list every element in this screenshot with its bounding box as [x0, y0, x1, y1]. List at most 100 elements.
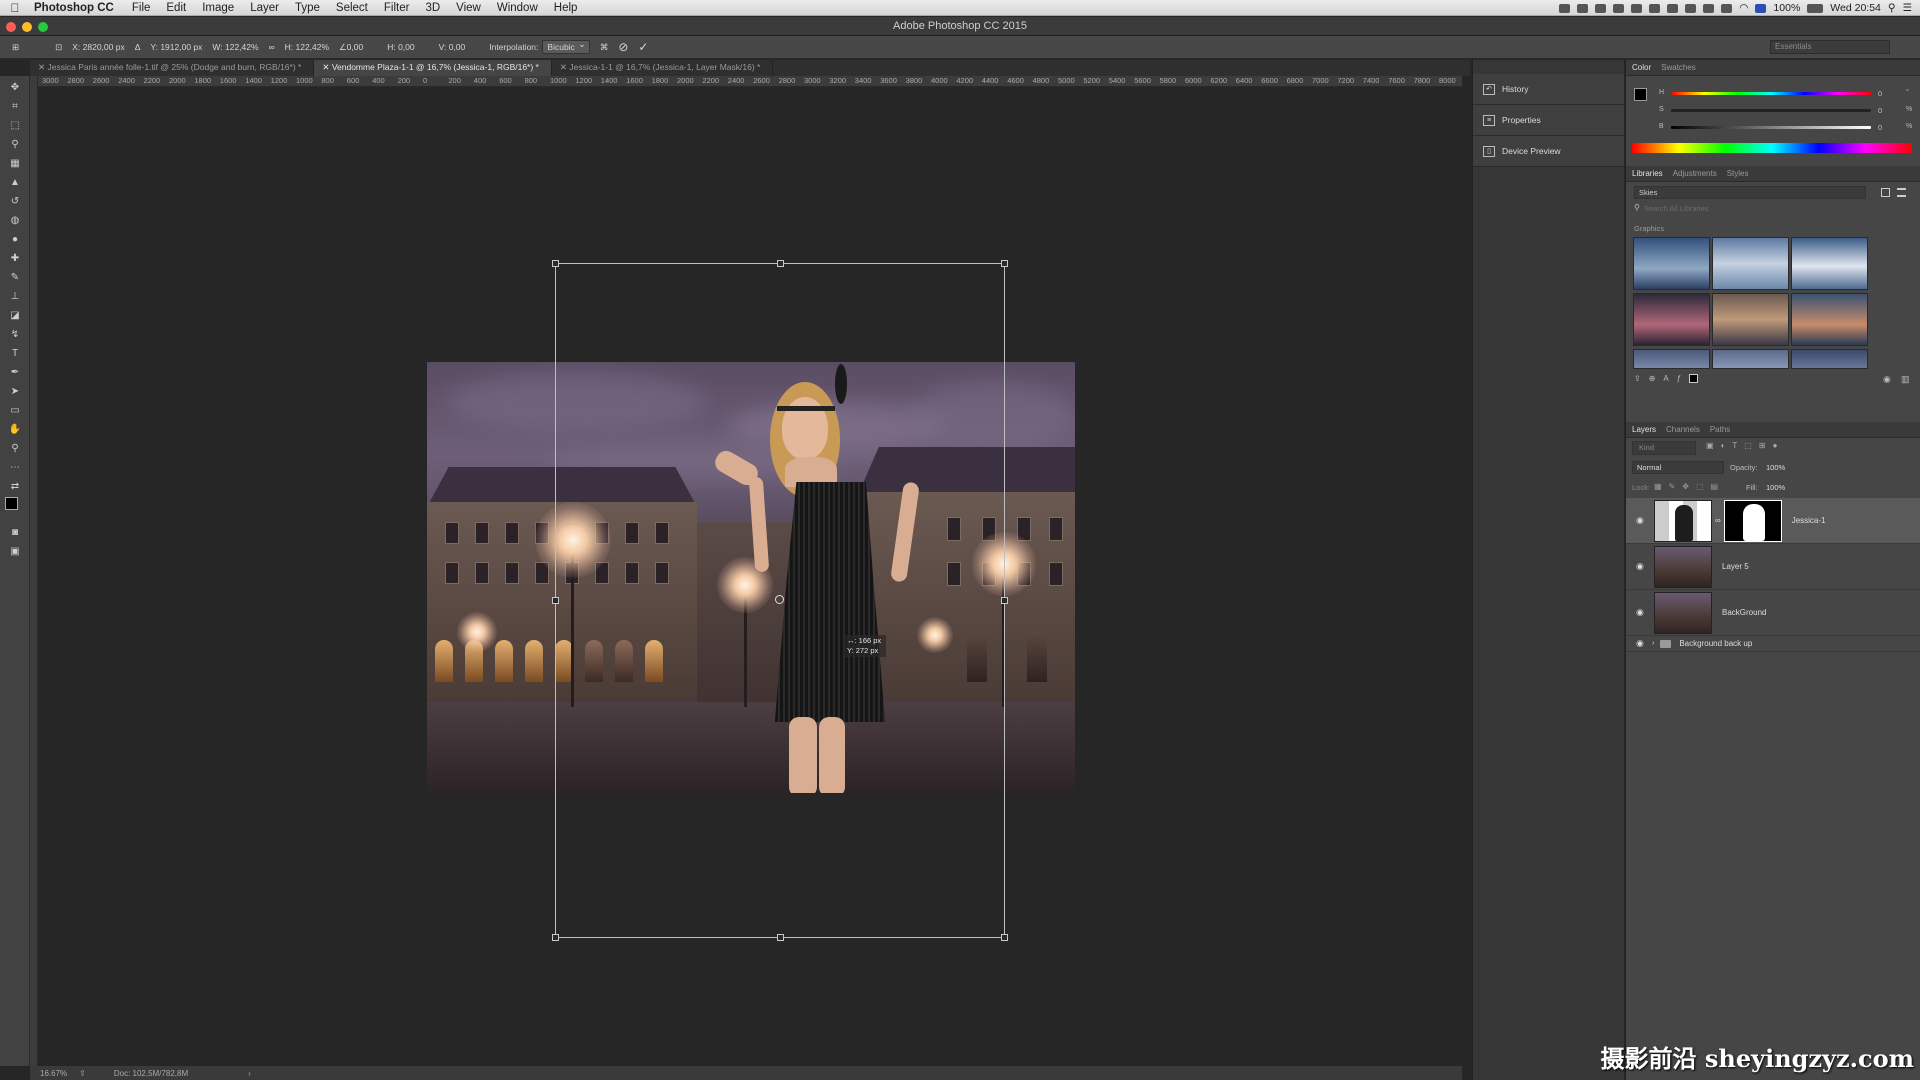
- group-expand-arrow-icon[interactable]: ›: [1652, 640, 1654, 647]
- lasso-tool-icon[interactable]: ↺: [5, 193, 25, 209]
- sharpen-tool-icon[interactable]: ▲: [5, 174, 25, 190]
- volume-icon[interactable]: [1721, 3, 1733, 13]
- brightness-slider[interactable]: [1671, 126, 1871, 129]
- library-select[interactable]: Skies: [1634, 186, 1866, 199]
- device-preview-panel-button[interactable]: ▯ Device Preview: [1473, 136, 1624, 167]
- transform-handle[interactable]: [552, 260, 559, 267]
- default-colors-icon[interactable]: ⇄: [5, 478, 25, 494]
- tab-swatches[interactable]: Swatches: [1661, 63, 1696, 72]
- zoom-view-tool-icon[interactable]: ⚲: [5, 440, 25, 456]
- sky-graphic-thumbnail[interactable]: [1633, 349, 1710, 369]
- sky-graphic-thumbnail[interactable]: [1791, 237, 1868, 290]
- tab-document-1[interactable]: ✕ Jessica Paris année folle-1.tif @ 25% …: [30, 60, 315, 76]
- library-trash-icon[interactable]: ▥: [1901, 374, 1910, 385]
- transform-bounding-box[interactable]: [552, 260, 1008, 941]
- tray-icon[interactable]: [1577, 3, 1589, 13]
- color-swatches[interactable]: [5, 497, 25, 521]
- transform-handle[interactable]: [1001, 597, 1008, 604]
- add-text-icon[interactable]: A: [1663, 374, 1668, 383]
- visibility-eye-icon[interactable]: ◉: [1636, 607, 1646, 618]
- shape-filter-icon[interactable]: ⬚: [1744, 441, 1752, 450]
- layer-name[interactable]: Background back up: [1679, 639, 1752, 648]
- grid-view-icon[interactable]: [1881, 188, 1890, 197]
- tab-document-3[interactable]: ✕ Jessica-1-1 @ 16,7% (Jessica-1, Layer …: [552, 60, 774, 76]
- tray-icon[interactable]: [1631, 3, 1643, 13]
- reference-point-icon[interactable]: ⊡: [55, 42, 62, 53]
- tab-color[interactable]: Color: [1632, 63, 1651, 72]
- marquee-tool-icon[interactable]: ⬚: [5, 117, 25, 133]
- adjustment-filter-icon[interactable]: ◐: [1721, 441, 1726, 450]
- add-color-icon[interactable]: [1689, 374, 1699, 383]
- menu-help[interactable]: Help: [546, 2, 586, 14]
- library-search-input[interactable]: Search All Libraries: [1644, 204, 1709, 213]
- hand-tool-icon[interactable]: ✋: [5, 421, 25, 437]
- crop-tool-icon[interactable]: ⌗: [5, 98, 25, 114]
- menu-type[interactable]: Type: [287, 2, 328, 14]
- flag-icon[interactable]: [1755, 3, 1767, 13]
- add-graphic-icon[interactable]: ⊕: [1649, 374, 1656, 383]
- menu-layer[interactable]: Layer: [242, 2, 287, 14]
- link-icon[interactable]: ∞: [269, 42, 275, 52]
- layer-name[interactable]: BackGround: [1722, 608, 1766, 617]
- menu-filter[interactable]: Filter: [376, 2, 418, 14]
- share-icon[interactable]: ⇪: [79, 1069, 86, 1078]
- close-window-button[interactable]: [6, 22, 16, 32]
- quick-mask-icon[interactable]: ◙: [5, 524, 25, 540]
- menu-edit[interactable]: Edit: [158, 2, 194, 14]
- menu-image[interactable]: Image: [194, 2, 242, 14]
- clock[interactable]: Wed 20:54: [1830, 2, 1881, 14]
- layer-row-layer5[interactable]: ◉ Layer 5: [1626, 544, 1920, 590]
- type-filter-icon[interactable]: T: [1732, 441, 1737, 450]
- interpolation-select[interactable]: Bicubic: [542, 39, 590, 54]
- vertical-ruler[interactable]: [30, 76, 38, 1066]
- tab-layers[interactable]: Layers: [1632, 425, 1656, 434]
- menu-window[interactable]: Window: [489, 2, 546, 14]
- sync-icon[interactable]: ◉: [1883, 374, 1891, 385]
- hue-value[interactable]: 0: [1878, 89, 1882, 98]
- apple-icon[interactable]: : [0, 1, 30, 15]
- sky-graphic-thumbnail[interactable]: [1633, 237, 1710, 290]
- layer-row-background[interactable]: ◉ BackGround: [1626, 590, 1920, 636]
- warp-mode-icon[interactable]: ⌘: [600, 42, 609, 53]
- gradient-tool-icon[interactable]: ▦: [5, 155, 25, 171]
- airplay-icon[interactable]: [1685, 3, 1697, 13]
- status-menu-arrow-icon[interactable]: ›: [248, 1069, 251, 1078]
- transform-handle[interactable]: [1001, 260, 1008, 267]
- angle-field[interactable]: 0,00: [347, 42, 364, 52]
- menu-file[interactable]: File: [124, 2, 159, 14]
- x-field[interactable]: X: 2820,00 px: [72, 42, 124, 52]
- type-tool-icon[interactable]: T: [5, 345, 25, 361]
- tab-document-2[interactable]: ✕ Vendomme Plaza-1-1 @ 16,7% (Jessica-1,…: [314, 60, 552, 76]
- tray-icon[interactable]: [1613, 3, 1625, 13]
- tray-icon[interactable]: [1649, 3, 1661, 13]
- smart-object-filter-icon[interactable]: ⊞: [1759, 441, 1766, 450]
- battery-icon[interactable]: [1807, 3, 1824, 13]
- workspace-switcher[interactable]: Essentials: [1770, 40, 1890, 54]
- history-brush-tool-icon[interactable]: ↯: [5, 326, 25, 342]
- lock-artboard-icon[interactable]: ⬚: [1696, 482, 1704, 491]
- stamp-tool-icon[interactable]: ⊥: [5, 288, 25, 304]
- menu-view[interactable]: View: [448, 2, 489, 14]
- cancel-transform-icon[interactable]: ⊘: [618, 40, 628, 54]
- filter-toggle-icon[interactable]: ●: [1773, 441, 1778, 450]
- sky-graphic-thumbnail[interactable]: [1791, 349, 1868, 369]
- sky-graphic-thumbnail[interactable]: [1712, 237, 1789, 290]
- sky-graphic-thumbnail[interactable]: [1791, 293, 1868, 346]
- path-selection-tool-icon[interactable]: ➤: [5, 383, 25, 399]
- brightness-value[interactable]: 0: [1878, 123, 1882, 132]
- commit-transform-icon[interactable]: ✓: [638, 40, 648, 54]
- list-view-icon[interactable]: [1897, 188, 1906, 197]
- transform-center-point[interactable]: [775, 595, 784, 604]
- lock-all-icon[interactable]: ▤: [1711, 482, 1719, 491]
- more-tools-icon[interactable]: ⋯: [5, 459, 25, 475]
- zoom-tool-icon[interactable]: ⚲: [5, 136, 25, 152]
- layer-group-background-backup[interactable]: ◉ › Background back up: [1626, 636, 1920, 652]
- tab-adjustments[interactable]: Adjustments: [1673, 169, 1717, 178]
- history-panel-button[interactable]: ↶ History: [1473, 74, 1624, 105]
- notification-center-icon[interactable]: ☰: [1903, 2, 1912, 14]
- foreground-color-swatch[interactable]: [5, 497, 18, 510]
- w-field[interactable]: W: 122,42%: [212, 42, 258, 52]
- layer-row-jessica[interactable]: ◉ ∞ Jessica-1: [1626, 498, 1920, 544]
- dodge-tool-icon[interactable]: ●: [5, 231, 25, 247]
- visibility-eye-icon[interactable]: ◉: [1636, 561, 1646, 572]
